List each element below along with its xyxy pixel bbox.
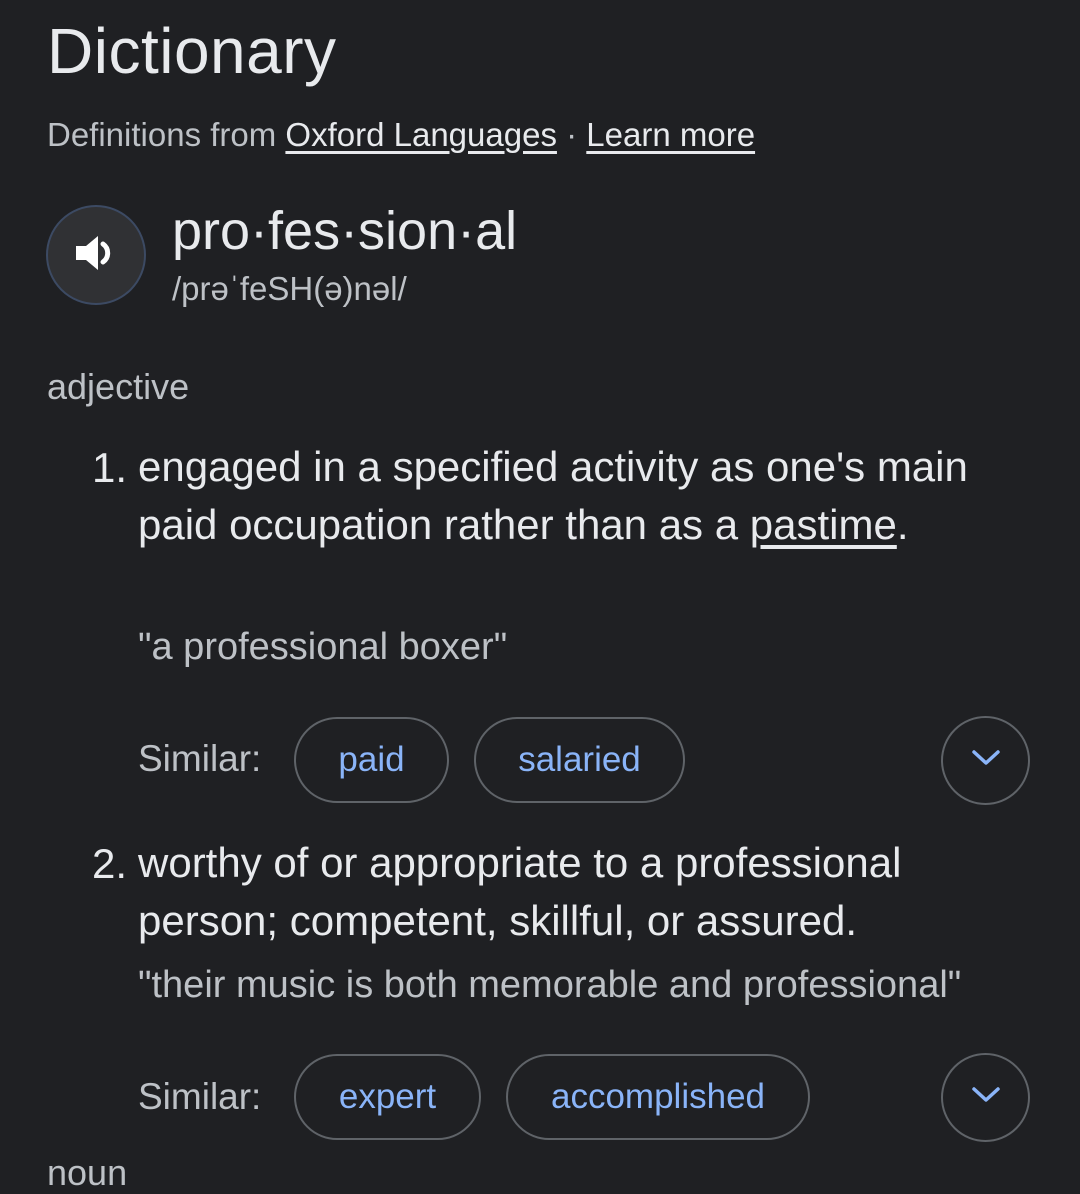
expand-similar-button[interactable]	[941, 1053, 1030, 1142]
learn-more-link[interactable]: Learn more	[586, 116, 755, 153]
pronunciation-button[interactable]	[46, 205, 146, 305]
pastime-link[interactable]: pastime	[750, 501, 897, 548]
speaker-icon	[72, 229, 120, 282]
sense-number: 2.	[92, 840, 128, 887]
sense-definition: worthy of or appropriate to a profession…	[138, 839, 902, 944]
part-of-speech: noun	[47, 1152, 128, 1193]
similar-chip-accomplished[interactable]: accomplished	[506, 1054, 810, 1140]
chevron-down-icon	[970, 1085, 1002, 1110]
sense-example: "their music is both memorable and profe…	[138, 964, 962, 1006]
similar-label: Similar:	[138, 738, 262, 779]
similar-chip-salaried[interactable]: salaried	[474, 717, 685, 803]
similar-label: Similar:	[138, 1076, 262, 1117]
source-line: Definitions from Oxford Languages · Lear…	[47, 116, 755, 154]
sense-number: 1.	[92, 444, 128, 491]
expand-similar-button[interactable]	[941, 716, 1030, 805]
dictionary-card: Dictionary Definitions from Oxford Langu…	[0, 0, 1080, 1193]
oxford-languages-link[interactable]: Oxford Languages	[285, 116, 557, 153]
sense-example: "a professional boxer"	[138, 626, 508, 668]
chevron-down-icon	[970, 748, 1002, 773]
card-title: Dictionary	[47, 15, 337, 87]
similar-chip-expert[interactable]: expert	[294, 1054, 481, 1140]
source-prefix: Definitions from	[47, 116, 277, 153]
definition-punctuation: .	[896, 501, 909, 548]
headword: pro·fes·sion·al	[172, 201, 518, 261]
similar-chip-paid[interactable]: paid	[294, 717, 449, 803]
source-separator: ·	[566, 116, 578, 153]
phonetic-spelling: /prəˈfeSH(ə)nəl/	[172, 270, 407, 307]
sense-definition: engaged in a specified activity as one's…	[138, 438, 1018, 554]
part-of-speech: adjective	[47, 366, 190, 407]
